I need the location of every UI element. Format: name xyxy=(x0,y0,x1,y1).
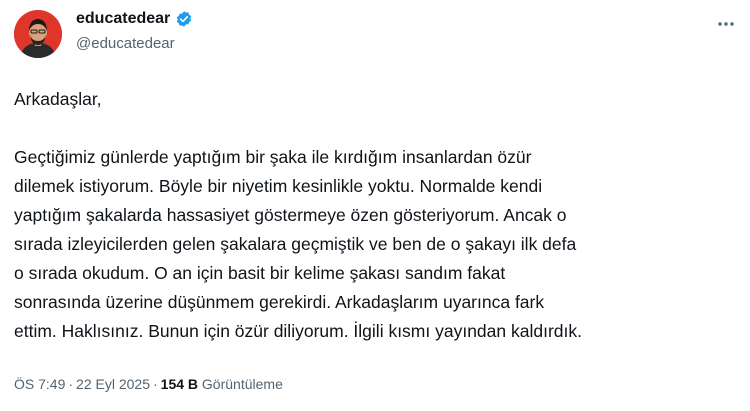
text-line: yaptığım şakalarda hassasiyet göstermeye… xyxy=(14,205,567,225)
more-horizontal-icon[interactable] xyxy=(714,12,738,36)
text-line: dilemek istiyorum. Böyle bir niyetim kes… xyxy=(14,176,543,196)
tweet-text: Arkadaşlar, Geçtiğimiz günlerde yaptığım… xyxy=(14,85,739,346)
text-line: Geçtiğimiz günlerde yaptığım bir şaka il… xyxy=(14,147,532,167)
author-name-row: educatedear xyxy=(76,10,193,28)
avatar[interactable] xyxy=(14,10,62,58)
verified-badge-icon xyxy=(175,10,193,28)
tweet-meta: ÖS 7:49 · 22 Eyl 2025 · 154 B Görüntüleme xyxy=(14,376,283,392)
tweet-paragraph: Geçtiğimiz günlerde yaptığım bir şaka il… xyxy=(14,143,739,346)
meta-separator: · xyxy=(153,376,158,392)
text-line: ettim. Haklısınız. Bunun için özür diliy… xyxy=(14,321,582,341)
text-line: o sırada okudum. O an için basit bir kel… xyxy=(14,263,506,283)
views-count: 154 B xyxy=(160,376,199,392)
tweet-greeting: Arkadaşlar, xyxy=(14,85,739,114)
tweet-date: 22 Eyl 2025 xyxy=(76,376,150,392)
tweet-time-link[interactable]: ÖS 7:49 · 22 Eyl 2025 xyxy=(14,376,150,392)
text-line: sırada izleyicilerden gelen şakalara geç… xyxy=(14,234,577,254)
tweet: educatedear @educatedear Arkadaşlar, Geç… xyxy=(0,0,750,411)
views-label: Görüntüleme xyxy=(201,376,283,392)
text-line: sonrasında üzerine düşünmem gerekirdi. A… xyxy=(14,292,545,312)
text-line: Arkadaşlar, xyxy=(14,89,102,109)
author-handle[interactable]: @educatedear xyxy=(76,35,175,52)
avatar-person-icon xyxy=(14,10,62,58)
tweet-time: ÖS 7:49 xyxy=(14,376,66,392)
meta-separator: · xyxy=(68,376,74,392)
views-link[interactable]: 154 B Görüntüleme xyxy=(161,376,283,392)
author-display-name[interactable]: educatedear xyxy=(76,10,170,28)
